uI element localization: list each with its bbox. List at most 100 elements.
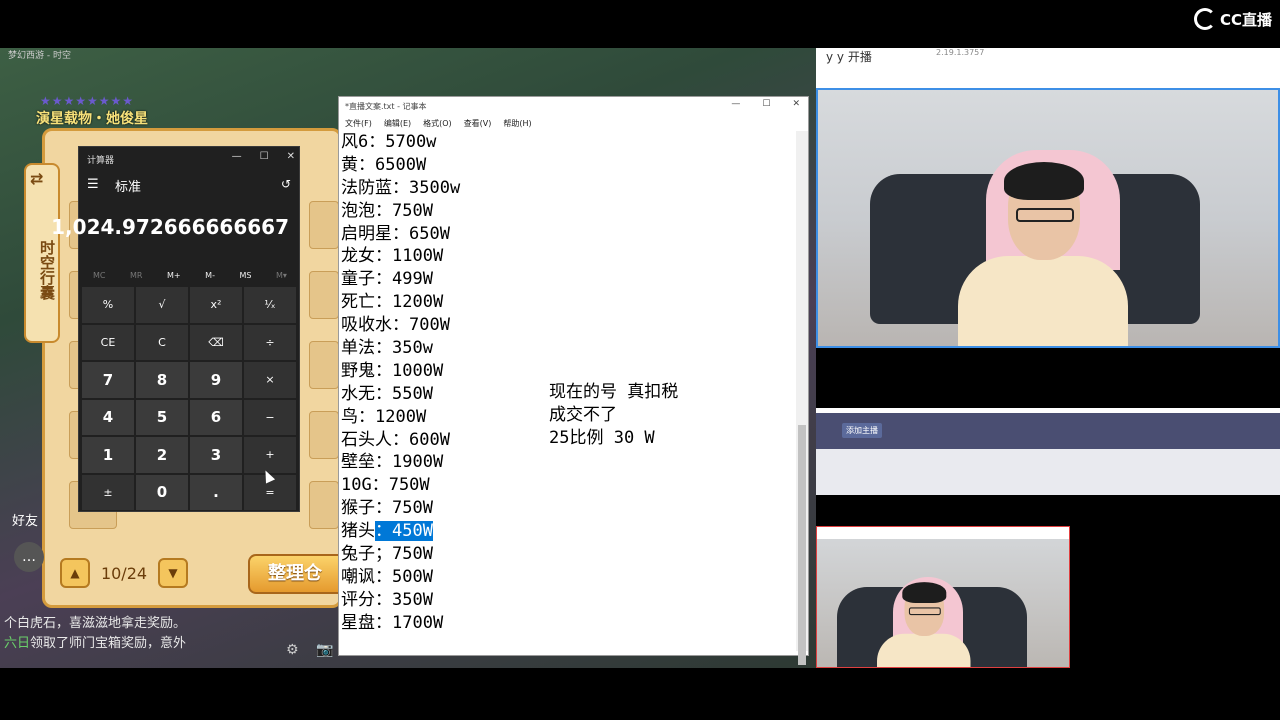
window-controls: — ☐ ✕ — [731, 99, 800, 109]
close-icon[interactable]: ✕ — [792, 99, 800, 109]
page-up-button[interactable]: ▲ — [60, 558, 90, 588]
text-line: 10G：750W — [341, 475, 430, 496]
text-line: 死亡：1200W — [341, 292, 444, 313]
key-4[interactable]: 4 — [82, 399, 134, 435]
text-line: 嘲讽：500W — [341, 566, 433, 587]
key-7[interactable]: 7 — [82, 362, 134, 398]
friends-label[interactable]: 好友 — [12, 510, 38, 529]
memory-button[interactable]: M▾ — [276, 271, 287, 280]
note-line: 25比例 30 W — [549, 428, 655, 448]
sort-warehouse-button[interactable]: 整理仓 — [248, 554, 348, 594]
key-reciprocal[interactable]: ¹⁄ₓ — [244, 287, 296, 323]
text-line: 法防蓝：3500w — [341, 177, 461, 198]
star-rating: ★★★★★★★★ — [40, 94, 135, 108]
gear-icon[interactable]: ⚙ — [286, 642, 299, 658]
side-tab-time-bag[interactable]: ⇄ 时空行囊 — [24, 163, 60, 343]
minimize-icon[interactable]: — — [731, 99, 740, 109]
cc-logo-icon — [1193, 8, 1216, 30]
menu-view[interactable]: 查看(V) — [464, 118, 492, 129]
top-black-bar: CC直播 — [0, 0, 1280, 48]
key-sqrt[interactable]: √ — [136, 287, 188, 323]
inventory-slot[interactable] — [309, 201, 339, 249]
text-line: 野鬼：1000W — [341, 360, 444, 381]
key-backspace[interactable]: ⌫ — [190, 324, 242, 360]
text-line: 泡泡：750W — [341, 200, 433, 221]
note-line: 成交不了 — [549, 405, 617, 425]
key-6[interactable]: 6 — [190, 399, 242, 435]
divider-band — [816, 348, 1280, 408]
stream-panel: y y 开播 2.19.1.3757 添加主播 — [816, 48, 1280, 668]
menu-format[interactable]: 格式(O) — [423, 118, 452, 129]
text-line: 猴子：750W — [341, 498, 433, 519]
key-multiply[interactable]: × — [244, 362, 296, 398]
notepad-text-area[interactable]: 风6：5700w 黄：6500W 法防蓝：3500w 泡泡：750W 启明星：6… — [339, 131, 797, 657]
key-1[interactable]: 1 — [82, 437, 134, 473]
key-divide[interactable]: ÷ — [244, 324, 296, 360]
streamer-figure — [958, 160, 1128, 346]
text-line-selected: 猪头：450W — [341, 521, 433, 542]
window-controls: — ☐ ✕ — [232, 151, 295, 162]
key-square[interactable]: x² — [190, 287, 242, 323]
text-line: 评分：350W — [341, 589, 433, 610]
key-8[interactable]: 8 — [136, 362, 188, 398]
menu-file[interactable]: 文件(F) — [345, 118, 372, 129]
text-line: 童子：499W — [341, 269, 433, 290]
key-plus[interactable]: + — [244, 437, 296, 473]
inventory-slot[interactable] — [309, 271, 339, 319]
memory-button[interactable]: MS — [240, 271, 252, 280]
text-line: 风6：5700w — [341, 132, 437, 152]
page-down-button[interactable]: ▼ — [158, 558, 188, 588]
camera-icon[interactable]: 📷 — [316, 642, 333, 658]
scrollbar-thumb[interactable] — [798, 425, 806, 665]
chat-line: 六日领取了师门宝箱奖励，意外 — [4, 636, 187, 651]
chevron-down-icon: ▼ — [168, 566, 178, 580]
glasses-icon — [908, 607, 941, 616]
minimize-icon[interactable]: — — [232, 151, 242, 162]
key-3[interactable]: 3 — [190, 437, 242, 473]
text-line: 星盘：1700W — [341, 612, 444, 633]
inventory-slot[interactable] — [309, 481, 339, 529]
history-icon[interactable]: ↺ — [281, 177, 291, 191]
key-5[interactable]: 5 — [136, 399, 188, 435]
calculator-mode: 标准 — [115, 180, 142, 195]
hamburger-menu-icon[interactable]: ☰ — [87, 177, 99, 192]
inventory-slot[interactable] — [309, 411, 339, 459]
glasses-icon — [1016, 208, 1074, 222]
memory-button[interactable]: MC — [93, 271, 106, 280]
text-line: 壁垒：1900W — [341, 452, 444, 473]
calculator-window: 计算器 — ☐ ✕ ☰ 标准 ↺ 1,024.972666666667 MC M… — [51, 146, 300, 512]
text-line: 启明星：650W — [341, 223, 450, 244]
calculator-title: 计算器 — [87, 156, 115, 166]
notepad-window: *直播文案.txt - 记事本 — ☐ ✕ 文件(F) 编辑(E) 格式(O) … — [338, 96, 809, 665]
key-percent[interactable]: % — [82, 287, 134, 323]
text-line: 龙女：1100W — [341, 246, 444, 267]
key-c[interactable]: C — [136, 324, 188, 360]
notepad-title: *直播文案.txt - 记事本 — [345, 102, 427, 111]
memory-button[interactable]: MR — [130, 271, 142, 280]
maximize-icon[interactable]: ☐ — [762, 99, 770, 109]
menu-edit[interactable]: 编辑(E) — [384, 118, 411, 129]
key-2[interactable]: 2 — [136, 437, 188, 473]
key-negate[interactable]: ± — [82, 474, 134, 510]
webcam-main-preview — [816, 88, 1280, 348]
vertical-scrollbar[interactable] — [796, 131, 808, 665]
menu-help[interactable]: 帮助(H) — [503, 118, 531, 129]
game-window-title: 梦幻西游 - 时空 — [8, 51, 71, 61]
inventory-slot[interactable] — [309, 341, 339, 389]
key-minus[interactable]: − — [244, 399, 296, 435]
host-bar — [816, 413, 1280, 449]
key-0[interactable]: 0 — [136, 474, 188, 510]
key-decimal[interactable]: . — [190, 474, 242, 510]
maximize-icon[interactable]: ☐ — [260, 151, 269, 162]
key-9[interactable]: 9 — [190, 362, 242, 398]
memory-button[interactable]: M- — [205, 271, 215, 280]
note-block: 现在的号 真扣税 成交不了 25比例 30 W — [549, 381, 678, 450]
chat-bubble-icon[interactable]: … — [14, 542, 44, 572]
key-ce[interactable]: CE — [82, 324, 134, 360]
memory-button[interactable]: M+ — [167, 271, 181, 280]
cc-logo: CC直播 — [1193, 8, 1272, 30]
memory-row: MC MR M+ M- MS M▾ — [83, 271, 297, 280]
streamer-figure — [877, 581, 971, 667]
close-icon[interactable]: ✕ — [287, 151, 295, 162]
add-host-button[interactable]: 添加主播 — [842, 423, 882, 438]
